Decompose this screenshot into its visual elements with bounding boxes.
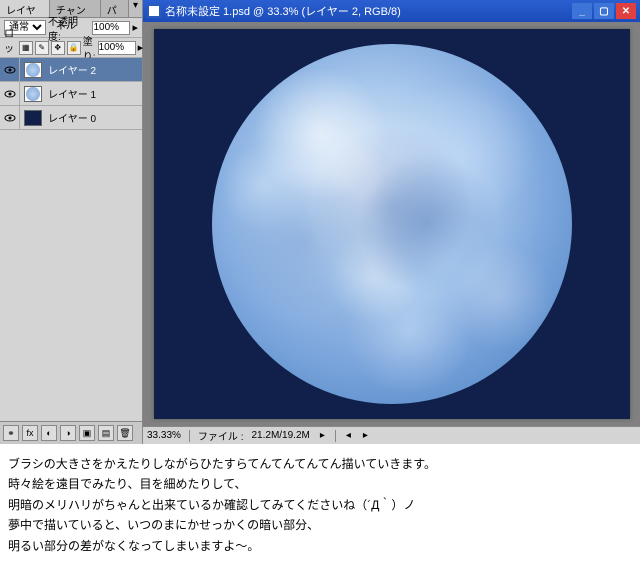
- layer-thumbnail: [24, 110, 42, 126]
- canvas[interactable]: [154, 29, 630, 419]
- layer-group-button[interactable]: ▣: [79, 425, 95, 441]
- layer-mask-button[interactable]: ◐: [41, 425, 57, 441]
- layer-item[interactable]: レイヤー 2: [0, 58, 142, 82]
- window-title: 名称未設定 1.psd @ 33.3% (レイヤー 2, RGB/8): [165, 3, 572, 19]
- layer-name-label: レイヤー 2: [46, 62, 96, 77]
- lock-transparency-icon[interactable]: ▦: [19, 41, 33, 55]
- eye-icon: [4, 65, 16, 75]
- minimize-button[interactable]: _: [572, 3, 592, 19]
- tab-layers[interactable]: レイヤー ×: [0, 0, 50, 17]
- new-layer-button[interactable]: ▤: [98, 425, 114, 441]
- chevron-right-icon[interactable]: ▸: [318, 430, 327, 441]
- lock-all-icon[interactable]: 🔒: [67, 41, 81, 55]
- tutorial-line: 明暗のメリハリがちゃんと出来ているか確認してみてくださいね（´Д｀）ノ: [8, 495, 632, 515]
- layer-item[interactable]: レイヤー 1: [0, 82, 142, 106]
- nav-last-icon[interactable]: ▸: [361, 430, 370, 441]
- close-button[interactable]: ✕: [616, 3, 636, 19]
- photoshop-icon: [147, 4, 161, 18]
- layer-item[interactable]: レイヤー 0: [0, 106, 142, 130]
- eye-icon: [4, 113, 16, 123]
- lock-fill-row: ロック: ▦ ✎ ✥ 🔒 塗り: ▸: [0, 38, 142, 58]
- eye-icon: [4, 89, 16, 99]
- delete-layer-button[interactable]: 🗑: [117, 425, 133, 441]
- window-titlebar[interactable]: 名称未設定 1.psd @ 33.3% (レイヤー 2, RGB/8) _ ▢ …: [143, 0, 640, 22]
- layer-name-label: レイヤー 0: [46, 110, 96, 125]
- blend-opacity-row: 通常 不透明度: ▸: [0, 18, 142, 38]
- tutorial-line: 時々絵を遠目でみたり、目を細めたりして、: [8, 474, 632, 494]
- moon-artwork: [212, 44, 572, 404]
- fill-input[interactable]: [98, 41, 136, 55]
- layer-name-label: レイヤー 1: [46, 86, 96, 101]
- tab-paths[interactable]: パス: [101, 0, 129, 17]
- filesize-label: ファイル :: [198, 428, 244, 443]
- layer-list: レイヤー 2 レイヤー 1 レイヤー 0: [0, 58, 142, 421]
- lock-paint-icon[interactable]: ✎: [35, 41, 49, 55]
- layers-panel: レイヤー × チャンネル パス ▾ 通常 不透明度: ▸ ロック: ▦ ✎ ✥ …: [0, 0, 143, 444]
- document-window: 名称未設定 1.psd @ 33.3% (レイヤー 2, RGB/8) _ ▢ …: [143, 0, 640, 444]
- tutorial-line: 明るい部分の差がなくなってしまいますよ～。: [8, 536, 632, 556]
- tutorial-line: ブラシの大きさをかえたりしながらひたすらてんてんてんてん描いていきます。: [8, 454, 632, 474]
- status-bar: 33.33% ファイル : 21.2M/19.2M ▸ ◂ ▸: [143, 426, 640, 444]
- tutorial-line: 夢中で描いていると、いつのまにかせっかくの暗い部分、: [8, 515, 632, 535]
- layer-style-button[interactable]: fx: [22, 425, 38, 441]
- opacity-input[interactable]: [92, 21, 130, 35]
- layer-thumbnail: [24, 62, 42, 78]
- maximize-button[interactable]: ▢: [594, 3, 614, 19]
- zoom-level[interactable]: 33.33%: [147, 430, 181, 441]
- chevron-down-icon[interactable]: ▸: [132, 21, 138, 34]
- layer-thumbnail: [24, 86, 42, 102]
- link-layers-button[interactable]: ⚭: [3, 425, 19, 441]
- tutorial-caption: ブラシの大きさをかえたりしながらひたすらてんてんてんてん描いていきます。 時々絵…: [0, 444, 640, 566]
- panel-menu-icon[interactable]: ▾: [129, 0, 142, 17]
- lock-position-icon[interactable]: ✥: [51, 41, 65, 55]
- nav-first-icon[interactable]: ◂: [344, 430, 353, 441]
- adjustment-layer-button[interactable]: ◑: [60, 425, 76, 441]
- visibility-toggle[interactable]: [0, 58, 20, 82]
- filesize-value: 21.2M/19.2M: [251, 430, 309, 441]
- visibility-toggle[interactable]: [0, 82, 20, 106]
- canvas-viewport[interactable]: [143, 22, 640, 426]
- panel-bottom-buttons: ⚭ fx ◐ ◑ ▣ ▤ 🗑: [0, 421, 142, 444]
- visibility-toggle[interactable]: [0, 106, 20, 130]
